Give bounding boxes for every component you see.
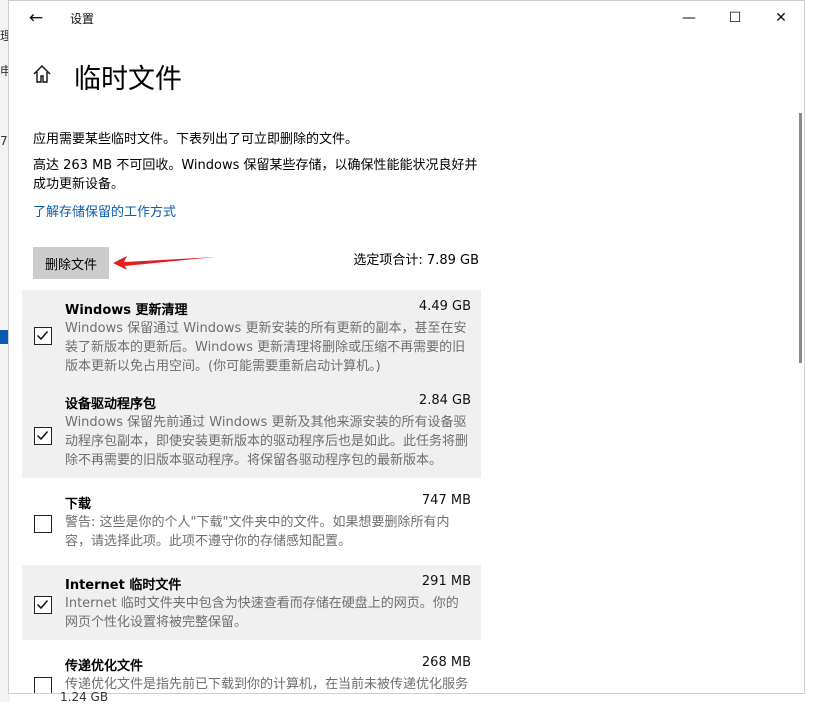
checkbox[interactable] [34,677,52,693]
item-description: Windows 保留通过 Windows 更新安装的所有更新的副本，甚至在安装了… [65,321,467,374]
temp-file-list: Windows 更新清理 4.49 GB Windows 保留通过 Window… [22,290,481,693]
selected-total: 选定项合计: 7.89 GB [353,253,479,268]
temp-item-device-drivers[interactable]: 设备驱动程序包 2.84 GB Windows 保留先前通过 Windows 更… [22,384,481,478]
scrollbar[interactable] [799,113,802,363]
temp-item-delivery-optimization[interactable]: 传递优化文件 268 MB 传递优化文件是指先前已下载到你的计算机，在当前未被传… [22,646,481,693]
minimize-button[interactable]: — [666,3,712,33]
checkbox[interactable] [34,515,52,533]
item-name: 设备驱动程序包 [65,397,157,412]
background-app-selection [0,330,8,344]
item-description: 传递优化文件是指先前已下载到你的计算机，在当前未被传递优化服务使用的文件。 [65,677,469,692]
window-title: 设置 [70,12,95,26]
temp-item-windows-update[interactable]: Windows 更新清理 4.49 GB Windows 保留通过 Window… [22,290,481,384]
item-description: Internet 临时文件夹中包含为快速查看而存储在硬盘上的网页。你的网页个性化… [65,596,459,630]
checkmark-icon [36,331,49,341]
item-name: Windows 更新清理 [65,303,188,318]
checkmark-icon [36,431,49,441]
checkbox[interactable] [34,596,52,614]
checkbox[interactable] [34,427,52,445]
learn-storage-reserve-link[interactable]: 了解存储保留的工作方式 [33,201,176,220]
item-size: 268 MB [421,655,471,670]
item-name: 下载 [65,497,92,512]
red-arrow-annotation [113,256,215,270]
item-description: Windows 保留先前通过 Windows 更新及其他来源安装的所有设备驱动程… [65,415,469,468]
temp-item-internet-temp[interactable]: Internet 临时文件 291 MB Internet 临时文件夹中包含为快… [22,565,481,640]
checkmark-icon [36,600,49,610]
home-icon[interactable] [31,63,53,85]
settings-window: ← 设置 — ☐ ✕ 临时文件 应用需要某些临时文件。下表列出了可立即删除的文件… [8,0,805,694]
reserved-storage-note: 高达 263 MB 不可回收。Windows 保留某些存储，以确保性能能状况良好… [33,158,478,192]
title-bar: ← 设置 — ☐ ✕ [9,1,804,35]
page-title: 临时文件 [74,64,182,95]
item-size: 4.49 GB [418,299,471,314]
delete-files-button[interactable]: 删除文件 [33,247,109,279]
maximize-button[interactable]: ☐ [712,3,758,33]
item-name: Internet 临时文件 [65,578,182,593]
item-size: 291 MB [421,574,471,589]
back-arrow-icon[interactable]: ← [25,7,47,29]
item-size: 747 MB [421,493,471,508]
checkbox[interactable] [34,327,52,345]
item-name: 传递优化文件 [65,659,144,674]
item-size: 2.84 GB [418,393,471,408]
temp-item-downloads[interactable]: 下载 747 MB 警告: 这些是你的个人"下载"文件夹中的文件。如果想要删除所… [22,484,481,559]
item-description: 警告: 这些是你的个人"下载"文件夹中的文件。如果想要删除所有内容，请选择此项。… [65,515,450,549]
close-button[interactable]: ✕ [758,3,804,33]
page-description: 应用需要某些临时文件。下表列出了可立即删除的文件。 [33,132,359,147]
